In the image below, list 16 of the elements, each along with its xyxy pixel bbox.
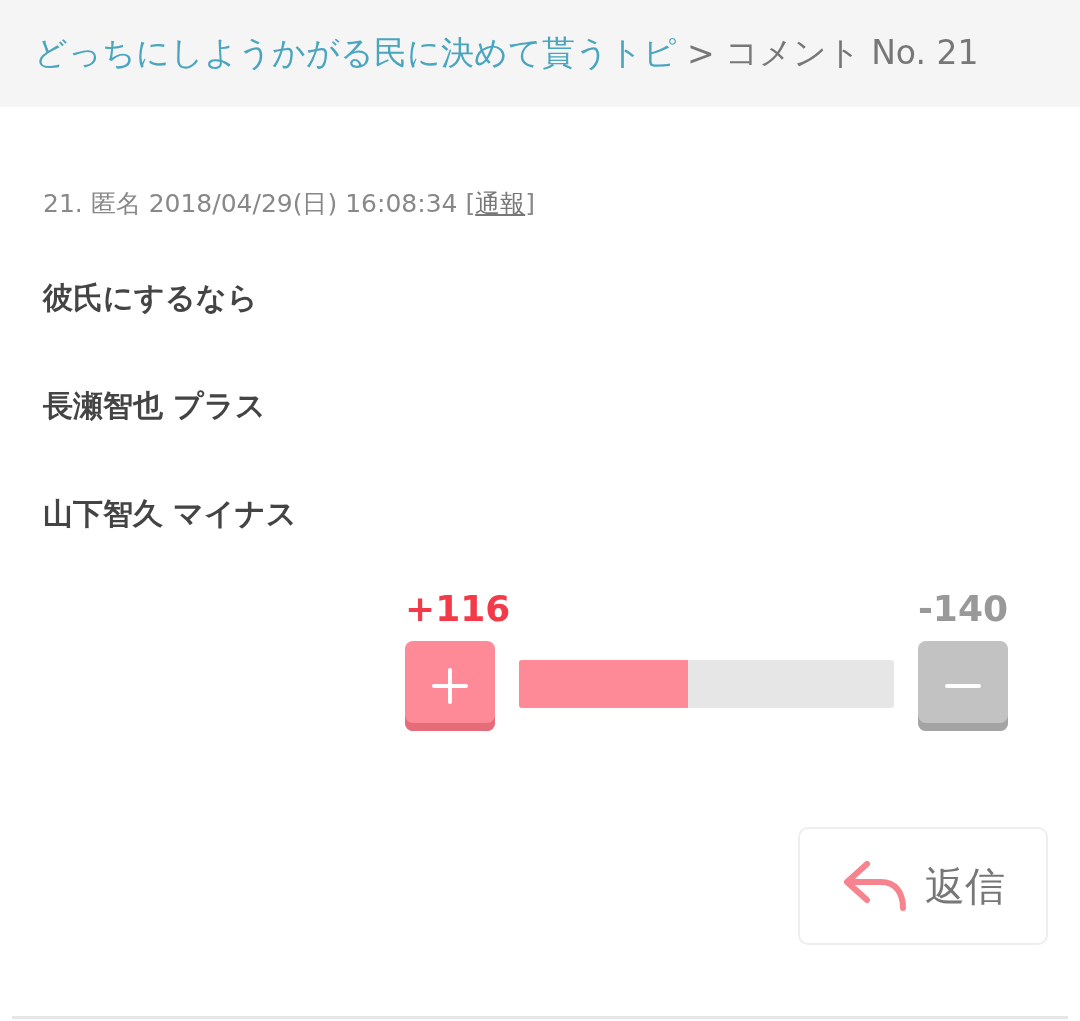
minus-icon bbox=[945, 684, 981, 688]
reply-button[interactable]: 返信 bbox=[798, 827, 1048, 945]
reply-arrow-icon bbox=[841, 858, 907, 914]
breadcrumb-link[interactable]: どっちにしようかがる民に決めて貰うトピ bbox=[34, 31, 677, 76]
breadcrumb-separator: > bbox=[687, 34, 715, 73]
plus-button[interactable] bbox=[405, 641, 495, 731]
plus-count: +116 bbox=[405, 588, 511, 629]
minus-button[interactable] bbox=[918, 641, 1008, 731]
minus-count: -140 bbox=[917, 588, 1008, 629]
comment-text: 彼氏にするなら bbox=[43, 279, 259, 317]
comment-text: 山下智久 マイナス bbox=[43, 495, 299, 533]
breadcrumb-current: コメント No. 21 bbox=[724, 32, 979, 74]
comment-text: 長瀬智也 プラス bbox=[43, 387, 268, 425]
report-link[interactable]: 通報 bbox=[475, 189, 526, 218]
plus-icon bbox=[430, 666, 470, 706]
comment-meta: 21. 匿名 2018/04/29(日) 16:08:34 [通報] bbox=[43, 188, 536, 220]
